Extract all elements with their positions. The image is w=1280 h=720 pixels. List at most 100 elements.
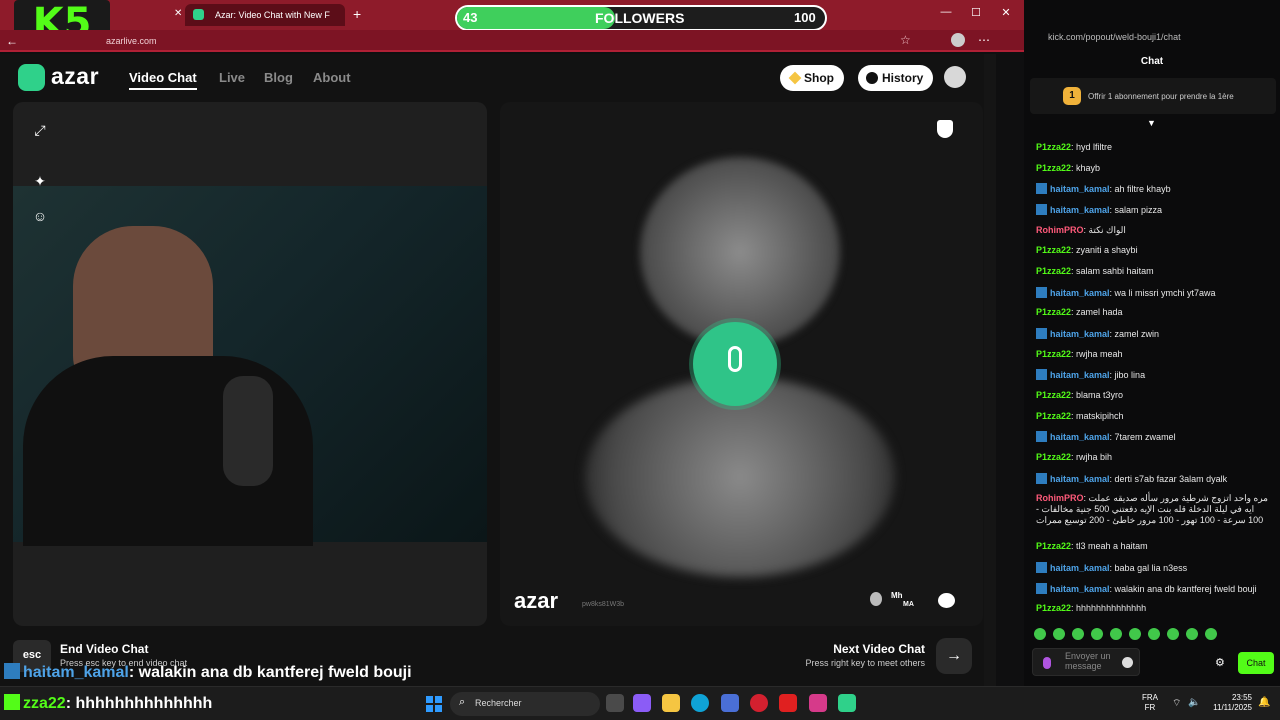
chat-username[interactable]: P1zza22 (1036, 307, 1071, 317)
sticker-icon[interactable]: ☺ (27, 203, 53, 229)
nav-video-chat[interactable]: Video Chat (129, 70, 197, 90)
kick-badge-icon (1036, 204, 1047, 215)
emote-icon[interactable] (1129, 628, 1141, 640)
chat-username[interactable]: P1zza22 (1036, 541, 1071, 551)
chat-text: : matskipihch (1071, 411, 1124, 421)
chat-username[interactable]: P1zza22 (1036, 390, 1071, 400)
chat-message: P1zza22: hyd lfiltre (1036, 142, 1268, 153)
emote-icon[interactable] (1110, 628, 1122, 640)
chat-username[interactable]: RohimPRO (1036, 225, 1084, 235)
chat-url[interactable]: kick.com/popout/weld-bouji1/chat (1048, 32, 1181, 42)
chat-username[interactable]: P1zza22 (1036, 142, 1071, 152)
chat-input-placeholder: Envoyer un message (1065, 651, 1111, 671)
clock[interactable]: 23:55 11/11/2025 (1208, 693, 1252, 713)
notification-bell-icon[interactable]: 🔔 (1258, 697, 1270, 708)
end-video-chat-title[interactable]: End Video Chat (60, 642, 148, 656)
chat-username[interactable]: P1zza22 (1036, 603, 1071, 613)
history-button[interactable]: History (858, 65, 934, 91)
chat-text: : zamel zwin (1109, 329, 1160, 339)
volume-icon[interactable]: 🔈 (1188, 697, 1200, 708)
expand-icon[interactable]: ⤢ (27, 117, 53, 143)
chat-username[interactable]: haitam_kamal (1050, 474, 1110, 484)
chat-bubble-icon[interactable] (938, 593, 955, 608)
peer-microphone-button[interactable] (693, 322, 777, 406)
chat-username[interactable]: haitam_kamal (1050, 184, 1110, 194)
wifi-icon[interactable]: ⌔ (1172, 697, 1181, 710)
chat-username[interactable]: haitam_kamal (1050, 432, 1110, 442)
next-video-chat-title[interactable]: Next Video Chat (810, 642, 925, 656)
store-icon[interactable] (721, 694, 739, 712)
kick-badge-icon (1036, 583, 1047, 594)
azar-logo-icon[interactable] (18, 64, 45, 91)
chat-username[interactable]: P1zza22 (1036, 349, 1071, 359)
minimize-icon[interactable]: — (938, 6, 954, 22)
emote-icon[interactable] (1091, 628, 1103, 640)
menu-dots-icon[interactable]: ⋯ (978, 33, 990, 47)
url-text[interactable]: azarlive.com (106, 36, 157, 46)
windows-start-icon[interactable] (426, 696, 442, 712)
report-shield-icon[interactable] (937, 120, 953, 138)
pinned-toggle-icon[interactable]: ▼ (1147, 118, 1156, 128)
effects-sparkle-icon[interactable]: ✦ (27, 168, 53, 194)
chat-text: : hyd lfiltre (1071, 142, 1113, 152)
send-chat-button[interactable]: Chat (1238, 652, 1274, 674)
emote-icon[interactable] (1167, 628, 1179, 640)
profile-avatar-icon[interactable] (951, 33, 965, 47)
emote-icon[interactable] (1072, 628, 1084, 640)
chat-username[interactable]: P1zza22 (1036, 266, 1071, 276)
chat-message: P1zza22: blama t3yro (1036, 390, 1268, 401)
chat-message: RohimPRO: الواك نكتة (1036, 225, 1268, 236)
back-icon[interactable]: ← (6, 34, 18, 48)
emoji-icon[interactable] (1122, 657, 1133, 668)
azar-app-icon[interactable] (838, 694, 856, 712)
emote-icon[interactable] (1148, 628, 1160, 640)
maximize-icon[interactable]: ☐ (968, 6, 984, 22)
emote-icon[interactable] (1186, 628, 1198, 640)
chat-username[interactable]: RohimPRO (1036, 493, 1084, 503)
chat-text: : 7tarem zwamel (1109, 432, 1176, 442)
opera-icon[interactable] (750, 694, 768, 712)
kick-badge-icon (4, 694, 20, 710)
chat-username[interactable]: haitam_kamal (1050, 584, 1110, 594)
taskbar-search[interactable]: ⌕ Rechercher (450, 692, 600, 716)
chat-username[interactable]: haitam_kamal (1050, 329, 1110, 339)
nav-blog[interactable]: Blog (264, 70, 293, 85)
peer-country: MA (903, 601, 914, 608)
close-tab-icon[interactable]: ✕ (174, 8, 182, 19)
chat-username[interactable]: P1zza22 (1036, 452, 1071, 462)
brand-name[interactable]: azar (51, 63, 99, 90)
new-tab-icon[interactable]: + (353, 6, 361, 22)
taskview-icon[interactable] (606, 694, 624, 712)
account-avatar-icon[interactable] (944, 66, 966, 88)
chat-text: : zyaniti a shaybi (1071, 245, 1138, 255)
scrollbar[interactable] (984, 54, 996, 686)
chat-message: P1zza22: salam sahbi haitam (1036, 266, 1268, 277)
youtube-icon[interactable] (779, 694, 797, 712)
chat-username[interactable]: P1zza22 (1036, 245, 1071, 255)
settings-gear-icon[interactable]: ⚙ (1215, 656, 1225, 669)
chat-username[interactable]: haitam_kamal (1050, 288, 1110, 298)
chat-username[interactable]: P1zza22 (1036, 411, 1071, 421)
next-arrow-button[interactable]: → (936, 638, 972, 674)
chat-username[interactable]: haitam_kamal (1050, 205, 1110, 215)
chat-input[interactable]: Envoyer un message (1032, 648, 1140, 676)
chat-username[interactable]: haitam_kamal (1050, 563, 1110, 573)
close-window-icon[interactable]: ✕ (998, 6, 1014, 22)
nav-about[interactable]: About (313, 70, 351, 85)
emote-icon[interactable] (1053, 628, 1065, 640)
chat-username[interactable]: P1zza22 (1036, 163, 1071, 173)
chat-username[interactable]: haitam_kamal (1050, 370, 1110, 380)
browser-tab-active[interactable]: Azar: Video Chat with New F (185, 4, 345, 26)
emote-icon[interactable] (1205, 628, 1217, 640)
nav-live[interactable]: Live (219, 70, 245, 85)
file-explorer-icon[interactable] (662, 694, 680, 712)
language-indicator[interactable]: FRA FR (1142, 693, 1158, 713)
peer-name: Mh (891, 591, 903, 600)
emote-row (1034, 628, 1274, 642)
instagram-icon[interactable] (809, 694, 827, 712)
edge-icon[interactable] (691, 694, 709, 712)
emote-icon[interactable] (1034, 628, 1046, 640)
copilot-icon[interactable] (633, 694, 651, 712)
shop-button[interactable]: Shop (780, 65, 844, 91)
bookmark-star-icon[interactable]: ☆ (900, 33, 911, 47)
